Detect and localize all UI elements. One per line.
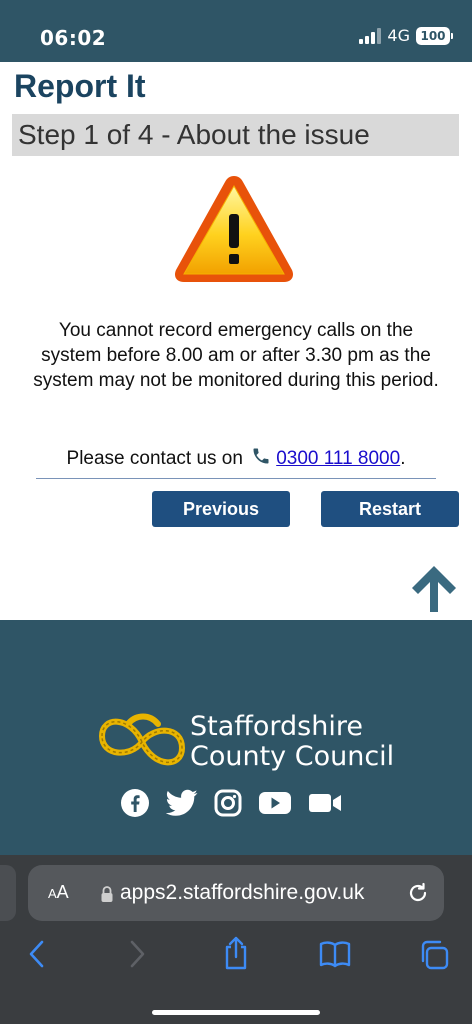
share-icon[interactable] <box>222 935 250 971</box>
page-content: Report It Step 1 of 4 - About the issue … <box>0 62 472 620</box>
instagram-icon[interactable] <box>214 789 242 817</box>
reader-settings-button[interactable]: AA <box>48 882 69 903</box>
stafford-knot-logo[interactable] <box>94 712 190 772</box>
back-icon[interactable] <box>26 939 48 969</box>
council-name-line2: County Council <box>190 741 395 772</box>
video-icon[interactable] <box>308 791 342 815</box>
forward-icon[interactable] <box>126 939 148 969</box>
url-text[interactable]: apps2.staffordshire.gov.uk <box>120 881 364 905</box>
status-bar: 06:02 4G 100 <box>0 0 472 62</box>
browser-toolbar <box>0 935 472 975</box>
restart-button[interactable]: Restart <box>321 491 459 527</box>
twitter-icon[interactable] <box>166 789 198 817</box>
social-links <box>120 788 342 818</box>
back-to-top-icon[interactable] <box>408 562 460 614</box>
page-title: Report It <box>14 68 146 104</box>
contact-line: Please contact us on 0300 111 8000. <box>36 445 436 479</box>
council-name-line1: Staffordshire <box>190 711 363 742</box>
phone-icon <box>253 448 269 464</box>
contact-suffix: . <box>400 448 406 469</box>
step-indicator: Step 1 of 4 - About the issue <box>12 114 459 156</box>
youtube-icon[interactable] <box>258 790 292 816</box>
emergency-warning-message: You cannot record emergency calls on the… <box>33 320 439 391</box>
warning-icon <box>174 176 294 282</box>
tabs-icon[interactable] <box>418 939 450 971</box>
previous-tab-edge[interactable] <box>0 865 16 921</box>
reload-icon[interactable] <box>406 881 430 905</box>
signal-icon <box>359 27 382 44</box>
home-indicator[interactable] <box>152 1010 320 1015</box>
phone-number-link[interactable]: 0300 111 8000 <box>276 448 400 469</box>
browser-chrome: AA apps2.staffordshire.gov.uk <box>0 855 472 1024</box>
bookmarks-icon[interactable] <box>318 939 352 969</box>
site-footer: Staffordshire County Council <box>0 620 472 855</box>
status-time: 06:02 <box>40 26 107 50</box>
previous-button[interactable]: Previous <box>152 491 290 527</box>
facebook-icon[interactable] <box>120 788 150 818</box>
contact-prefix: Please contact us on <box>66 448 243 469</box>
battery-icon: 100 <box>416 26 453 45</box>
status-indicators: 4G 100 <box>359 26 453 45</box>
address-bar[interactable]: AA apps2.staffordshire.gov.uk <box>28 865 444 921</box>
network-label: 4G <box>387 26 410 45</box>
lock-icon <box>101 886 113 902</box>
council-name[interactable]: Staffordshire County Council <box>190 712 394 772</box>
